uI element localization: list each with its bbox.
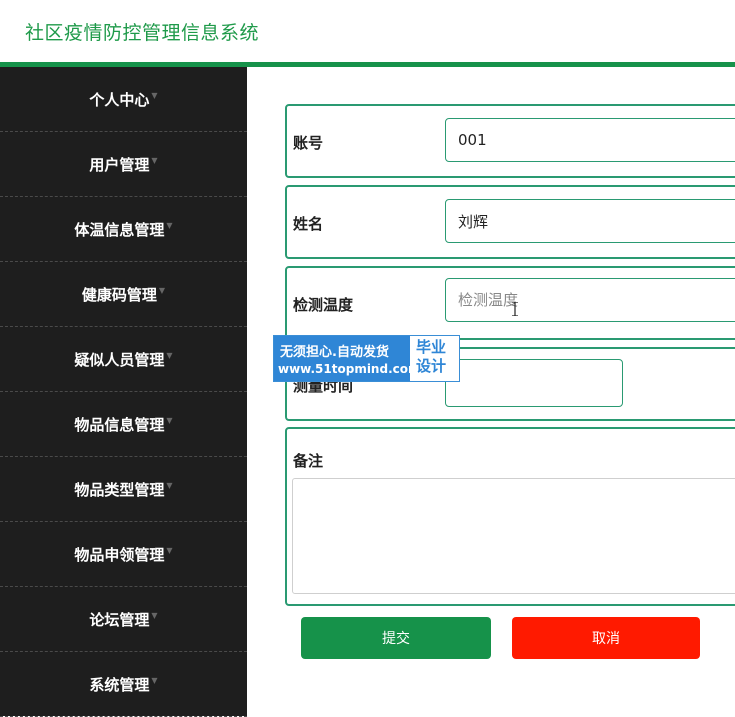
sidebar: 个人中心 ▼ 用户管理 ▼ 体温信息管理 ▼ 健康码管理 ▼ 疑似人员管理 ▼ 物品信息管… xyxy=(0,67,247,717)
app-header: 社区疫情防控管理信息系统 xyxy=(0,0,735,67)
sidebar-item-label: 个人中心 xyxy=(89,90,150,109)
caret-down-icon: ▼ xyxy=(151,155,158,165)
sidebar-item-label: 疑似人员管理 xyxy=(74,350,165,369)
sidebar-item-temperature-management[interactable]: 体温信息管理 ▼ xyxy=(0,197,247,262)
caret-down-icon: ▼ xyxy=(166,480,173,490)
caret-down-icon: ▼ xyxy=(151,610,158,620)
caret-down-icon: ▼ xyxy=(166,220,173,230)
temperature-input[interactable] xyxy=(445,278,735,322)
watermark-overlay: 无须担心.自动发货 www.51topmind.com 毕业 设计 xyxy=(273,335,460,382)
sidebar-item-personal-center[interactable]: 个人中心 ▼ xyxy=(0,67,247,132)
sidebar-item-label: 论坛管理 xyxy=(89,610,150,629)
watermark-badge: 毕业 设计 xyxy=(416,338,446,376)
sidebar-item-label: 系统管理 xyxy=(89,675,150,694)
name-input[interactable] xyxy=(445,199,735,243)
watermark-badge-line1: 毕业 xyxy=(416,338,447,356)
app-title: 社区疫情防控管理信息系统 xyxy=(25,22,260,44)
sidebar-item-label: 健康码管理 xyxy=(81,285,157,304)
caret-down-icon: ▼ xyxy=(166,350,173,360)
watermark-url: www.51topmind.com xyxy=(278,362,421,376)
sidebar-item-system-management[interactable]: 系统管理 ▼ xyxy=(0,652,247,717)
caret-down-icon: ▼ xyxy=(166,545,173,555)
account-field-group: 账号 xyxy=(285,104,735,178)
sidebar-item-label: 体温信息管理 xyxy=(74,220,165,239)
sidebar-item-goods-request-management[interactable]: 物品申领管理 ▼ xyxy=(0,522,247,587)
caret-down-icon: ▼ xyxy=(158,285,166,295)
caret-down-icon: ▼ xyxy=(166,415,173,425)
name-field-group: 姓名 xyxy=(285,185,735,259)
sidebar-item-label: 用户管理 xyxy=(89,155,150,174)
remark-label: 备注 xyxy=(293,452,324,470)
sidebar-item-forum-management[interactable]: 论坛管理 ▼ xyxy=(0,587,247,652)
temperature-field-group: 检测温度 xyxy=(285,266,735,340)
remark-field-group: 备注 xyxy=(285,427,735,606)
sidebar-item-goods-info-management[interactable]: 物品信息管理 ▼ xyxy=(0,392,247,457)
sidebar-item-label: 物品类型管理 xyxy=(74,480,165,499)
sidebar-item-label: 物品申领管理 xyxy=(74,545,165,564)
watermark-badge-line2: 设计 xyxy=(416,357,447,375)
measure-time-input[interactable] xyxy=(445,359,623,407)
text-cursor-icon xyxy=(512,302,518,316)
watermark-banner: 无须担心.自动发货 www.51topmind.com xyxy=(274,336,421,381)
sidebar-item-user-management[interactable]: 用户管理 ▼ xyxy=(0,132,247,197)
sidebar-item-health-code-management[interactable]: 健康码管理 ▼ xyxy=(0,262,247,327)
account-input[interactable] xyxy=(445,118,735,162)
submit-button[interactable]: 提交 xyxy=(301,617,491,659)
sidebar-item-goods-type-management[interactable]: 物品类型管理 ▼ xyxy=(0,457,247,522)
sidebar-item-label: 物品信息管理 xyxy=(74,415,165,434)
remark-textarea[interactable] xyxy=(292,478,735,594)
name-label: 姓名 xyxy=(293,215,324,233)
account-label: 账号 xyxy=(293,134,324,152)
watermark-slogan: 无须担心.自动发货 xyxy=(280,345,389,360)
caret-down-icon: ▼ xyxy=(151,90,158,100)
main-content: 账号 姓名 检测温度 测量时间 备注 提交 取消 xyxy=(247,67,735,716)
sidebar-item-suspect-management[interactable]: 疑似人员管理 ▼ xyxy=(0,327,247,392)
temperature-label: 检测温度 xyxy=(293,296,354,314)
cancel-button[interactable]: 取消 xyxy=(512,617,700,659)
caret-down-icon: ▼ xyxy=(151,675,158,685)
